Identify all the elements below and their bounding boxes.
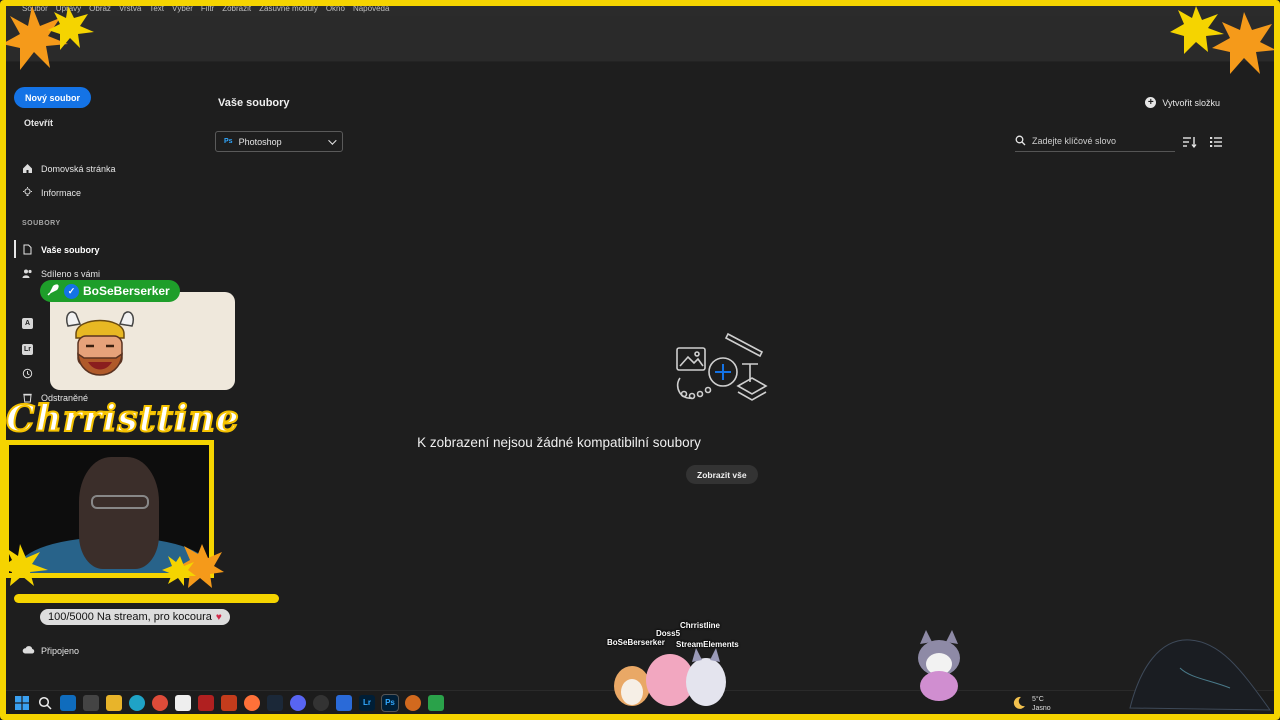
sidebar-item-home[interactable]: Domovská stránka [22, 163, 116, 174]
photoshop-icon: Ps [224, 138, 233, 145]
plus-circle-icon: + [1145, 97, 1157, 108]
firefox-icon[interactable] [244, 694, 260, 711]
file-icon [22, 244, 33, 255]
search-icon[interactable] [37, 695, 53, 711]
sidebar-item-info[interactable]: Informace [22, 187, 81, 198]
app-icon[interactable] [175, 694, 191, 711]
search-input[interactable]: Zadejte klíčové slovo [1032, 136, 1116, 146]
pet-label: Doss5 [656, 629, 681, 638]
chrome-icon[interactable] [152, 694, 168, 711]
webcam-title: Chrristtine [5, 397, 240, 441]
menu-item[interactable]: Okno [326, 4, 345, 13]
lightbulb-icon [22, 187, 33, 198]
sort-icon[interactable] [1183, 135, 1197, 149]
cloud-icon [22, 645, 35, 656]
app-icon[interactable] [336, 694, 352, 711]
steam-icon[interactable] [267, 694, 283, 711]
chevron-down-icon [328, 135, 337, 145]
app-filter-value: Photoshop [238, 136, 282, 147]
goal-progress-bar [14, 594, 279, 603]
webcam-figure-glasses [91, 495, 149, 509]
sidebar-item-history[interactable] [22, 368, 33, 379]
webcam-figure-face [79, 457, 159, 569]
search-field[interactable]: Zadejte klíčové slovo [1015, 131, 1175, 152]
sidebar-item-label: Sdíleno s vámi [41, 268, 101, 279]
wolf-pet-sprite [918, 630, 960, 701]
sidebar-item-your-files[interactable]: Vaše soubory [22, 244, 100, 255]
app-icon[interactable] [221, 694, 237, 711]
goal-text: 100/5000 Na stream, pro kocoura [48, 611, 212, 623]
open-button[interactable]: Otevřít [24, 118, 53, 128]
weather-condition: Jasno [1032, 705, 1051, 712]
menu-item[interactable]: Zobrazit [222, 4, 251, 13]
show-all-button[interactable]: Zobrazit vše [686, 465, 758, 484]
verified-icon: ✓ [64, 283, 79, 299]
pet-label: BoSeBerserker [607, 638, 665, 647]
history-icon [22, 368, 33, 379]
menu-item[interactable]: Výběr [172, 4, 193, 13]
pet-label: Chrristline [680, 621, 721, 630]
app-icon[interactable] [405, 694, 421, 711]
sidebar-item-label: Informace [41, 187, 82, 198]
weather-temp: 5°C [1032, 696, 1044, 703]
discord-icon[interactable] [290, 694, 306, 711]
pet-sprites [614, 648, 726, 706]
connection-status: Připojeno [22, 645, 79, 656]
streamer-name: BoSeBerserker [83, 284, 170, 298]
page-title: Vaše soubory [218, 97, 290, 109]
lightroom-icon: Lr [22, 344, 33, 355]
star-burst-icon [162, 544, 224, 588]
section-files-heading: SOUBORY [22, 220, 61, 227]
sidebar-item-shared[interactable]: Sdíleno s vámi [22, 268, 100, 279]
menu-item[interactable]: Text [149, 4, 164, 13]
goal-label: 100/5000 Na stream, pro kocoura ♥ [40, 609, 230, 625]
options-bar [6, 16, 1274, 62]
edge-icon[interactable] [129, 694, 145, 711]
heart-icon: ♥ [215, 611, 222, 623]
menu-item[interactable]: Nápověda [353, 4, 389, 13]
home-icon [22, 163, 33, 174]
app-icon[interactable] [428, 694, 444, 711]
lightroom-taskbar-icon[interactable]: Lr [359, 694, 375, 711]
photoshop-taskbar-icon[interactable]: Ps [381, 693, 399, 712]
connection-label: Připojeno [41, 645, 80, 656]
rocket-icon [46, 283, 60, 300]
sidebar-item-label: Vaše soubory [41, 244, 100, 255]
folder-icon[interactable] [106, 694, 122, 711]
outlook-icon[interactable] [60, 694, 76, 711]
star-burst-icon [1170, 6, 1276, 74]
sidebar-item-label: Domovská stránka [41, 163, 116, 174]
app-filter-dropdown[interactable]: Ps Photoshop [215, 131, 343, 152]
menu-bar: SouborÚpravyObrazVrstvaTextVýběrFiltrZob… [6, 0, 1274, 16]
search-icon [1015, 135, 1026, 148]
empty-state-illustration [672, 326, 772, 408]
star-burst-icon [2, 6, 94, 70]
obs-icon[interactable] [313, 694, 329, 711]
sidebar-item-lightroom[interactable]: Lr [22, 344, 33, 355]
moon-icon [1012, 696, 1026, 713]
pet-label: StreamElements [676, 640, 739, 649]
menu-item[interactable]: Vrstva [119, 4, 141, 13]
viking-avatar [65, 311, 135, 376]
windows-start-icon[interactable] [14, 695, 30, 711]
menu-item[interactable]: Filtr [201, 4, 214, 13]
store-icon[interactable] [83, 694, 99, 711]
sidebar-item-stock[interactable]: A [22, 318, 33, 329]
streamer-card [50, 292, 235, 390]
list-view-icon[interactable] [1210, 135, 1224, 147]
empty-state-text: K zobrazení nejsou žádné kompatibilní so… [417, 435, 701, 450]
create-folder-label: Vytvořit složku [1162, 97, 1220, 108]
new-file-button[interactable]: Nový soubor [14, 87, 92, 108]
voicemeeter-icon[interactable] [198, 694, 214, 711]
streamer-badge: ✓ BoSeBerserker [40, 280, 180, 302]
create-folder-button[interactable]: + Vytvořit složku [1145, 97, 1220, 108]
active-indicator [14, 240, 16, 258]
dark-wolf-sprite [1129, 639, 1271, 711]
menu-item[interactable]: Zásuvné moduly [259, 4, 318, 13]
adobe-stock-icon: A [22, 318, 33, 329]
weather-widget[interactable]: 5°C Jasno [1012, 695, 1051, 713]
star-burst-icon [0, 544, 48, 586]
people-icon [22, 268, 33, 279]
